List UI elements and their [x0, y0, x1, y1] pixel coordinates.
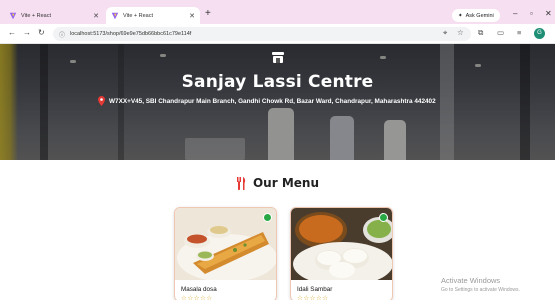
- tab-title: Vite + React: [123, 12, 154, 19]
- address-text: W7XX+V45, SBI Chandrapur Main Branch, Ga…: [109, 97, 436, 105]
- tab-close-icon[interactable]: ✕: [93, 12, 99, 20]
- menu-item-card[interactable]: Masala dosa ☆☆☆☆☆: [174, 207, 277, 300]
- browser-toolbar: ← → ↻ ⓘ localhost:5173/shop/69e9e75db66b…: [0, 24, 555, 44]
- browser-window: Vite + React ✕ Vite + React ✕ + ✦ Ask Ge…: [0, 0, 555, 300]
- maximize-button[interactable]: ▫: [530, 9, 533, 19]
- veg-badge-icon: [263, 213, 272, 222]
- minimize-button[interactable]: –: [513, 9, 517, 19]
- watermark-line-2: Go to Settings to activate Windows.: [441, 287, 520, 293]
- idali-sambar-photo: [291, 208, 392, 280]
- new-tab-button[interactable]: +: [205, 9, 211, 19]
- close-window-button[interactable]: ✕: [545, 9, 552, 19]
- menu-item-name: Idali Sambar: [297, 286, 333, 293]
- back-arrow-icon[interactable]: ←: [8, 28, 16, 38]
- split-view-icon[interactable]: ▭: [497, 28, 504, 38]
- veg-badge-icon: [379, 213, 388, 222]
- tab-vite-react-1[interactable]: Vite + React ✕: [4, 7, 104, 24]
- extensions-icon[interactable]: ⧉: [478, 28, 483, 38]
- watermark-line-1: Activate Windows: [441, 276, 501, 285]
- store-icon: [272, 52, 284, 63]
- tab-close-icon[interactable]: ✕: [189, 12, 195, 20]
- address-bar[interactable]: ⓘ localhost:5173/shop/69e9e75db66bbc61c7…: [53, 27, 471, 41]
- menu-item-name: Masala dosa: [181, 286, 217, 293]
- site-info-icon[interactable]: ⓘ: [59, 30, 65, 39]
- shop-address: W7XX+V45, SBI Chandrapur Main Branch, Ga…: [98, 96, 436, 106]
- location-icon[interactable]: ⌖: [443, 28, 447, 38]
- activate-windows-watermark: Activate Windows Go to Settings to activ…: [441, 276, 520, 293]
- ask-gemini-button[interactable]: ✦ Ask Gemini: [452, 9, 500, 22]
- reload-icon[interactable]: ↻: [38, 28, 45, 38]
- tab-strip: Vite + React ✕ Vite + React ✕ + ✦ Ask Ge…: [0, 0, 555, 24]
- masala-dosa-photo: [175, 208, 276, 280]
- menu-title: Our Menu: [252, 176, 319, 190]
- rating-stars[interactable]: ☆☆☆☆☆: [181, 294, 213, 300]
- rating-stars[interactable]: ☆☆☆☆☆: [297, 294, 329, 300]
- location-pin-icon: [98, 96, 105, 106]
- ask-gemini-label: Ask Gemini: [465, 12, 494, 19]
- gemini-sparkle-icon: ✦: [458, 12, 463, 19]
- downloads-icon[interactable]: ≡: [517, 28, 521, 38]
- fork-knife-icon: [236, 176, 246, 190]
- tab-vite-react-2[interactable]: Vite + React ✕: [106, 7, 200, 24]
- tab-title: Vite + React: [21, 12, 52, 19]
- shop-name: Sanjay Lassi Centre: [181, 72, 374, 92]
- menu-item-card[interactable]: Idali Sambar ☆☆☆☆☆: [290, 207, 393, 300]
- bookmark-star-icon[interactable]: ☆: [457, 28, 464, 38]
- profile-avatar[interactable]: G: [534, 28, 545, 39]
- vite-favicon-icon: [111, 12, 119, 19]
- menu-heading: Our Menu: [0, 176, 555, 190]
- url-text[interactable]: localhost:5173/shop/69e9e75db66bbc61c79e…: [70, 31, 191, 37]
- forward-arrow-icon[interactable]: →: [23, 28, 31, 38]
- vite-favicon-icon: [9, 12, 17, 19]
